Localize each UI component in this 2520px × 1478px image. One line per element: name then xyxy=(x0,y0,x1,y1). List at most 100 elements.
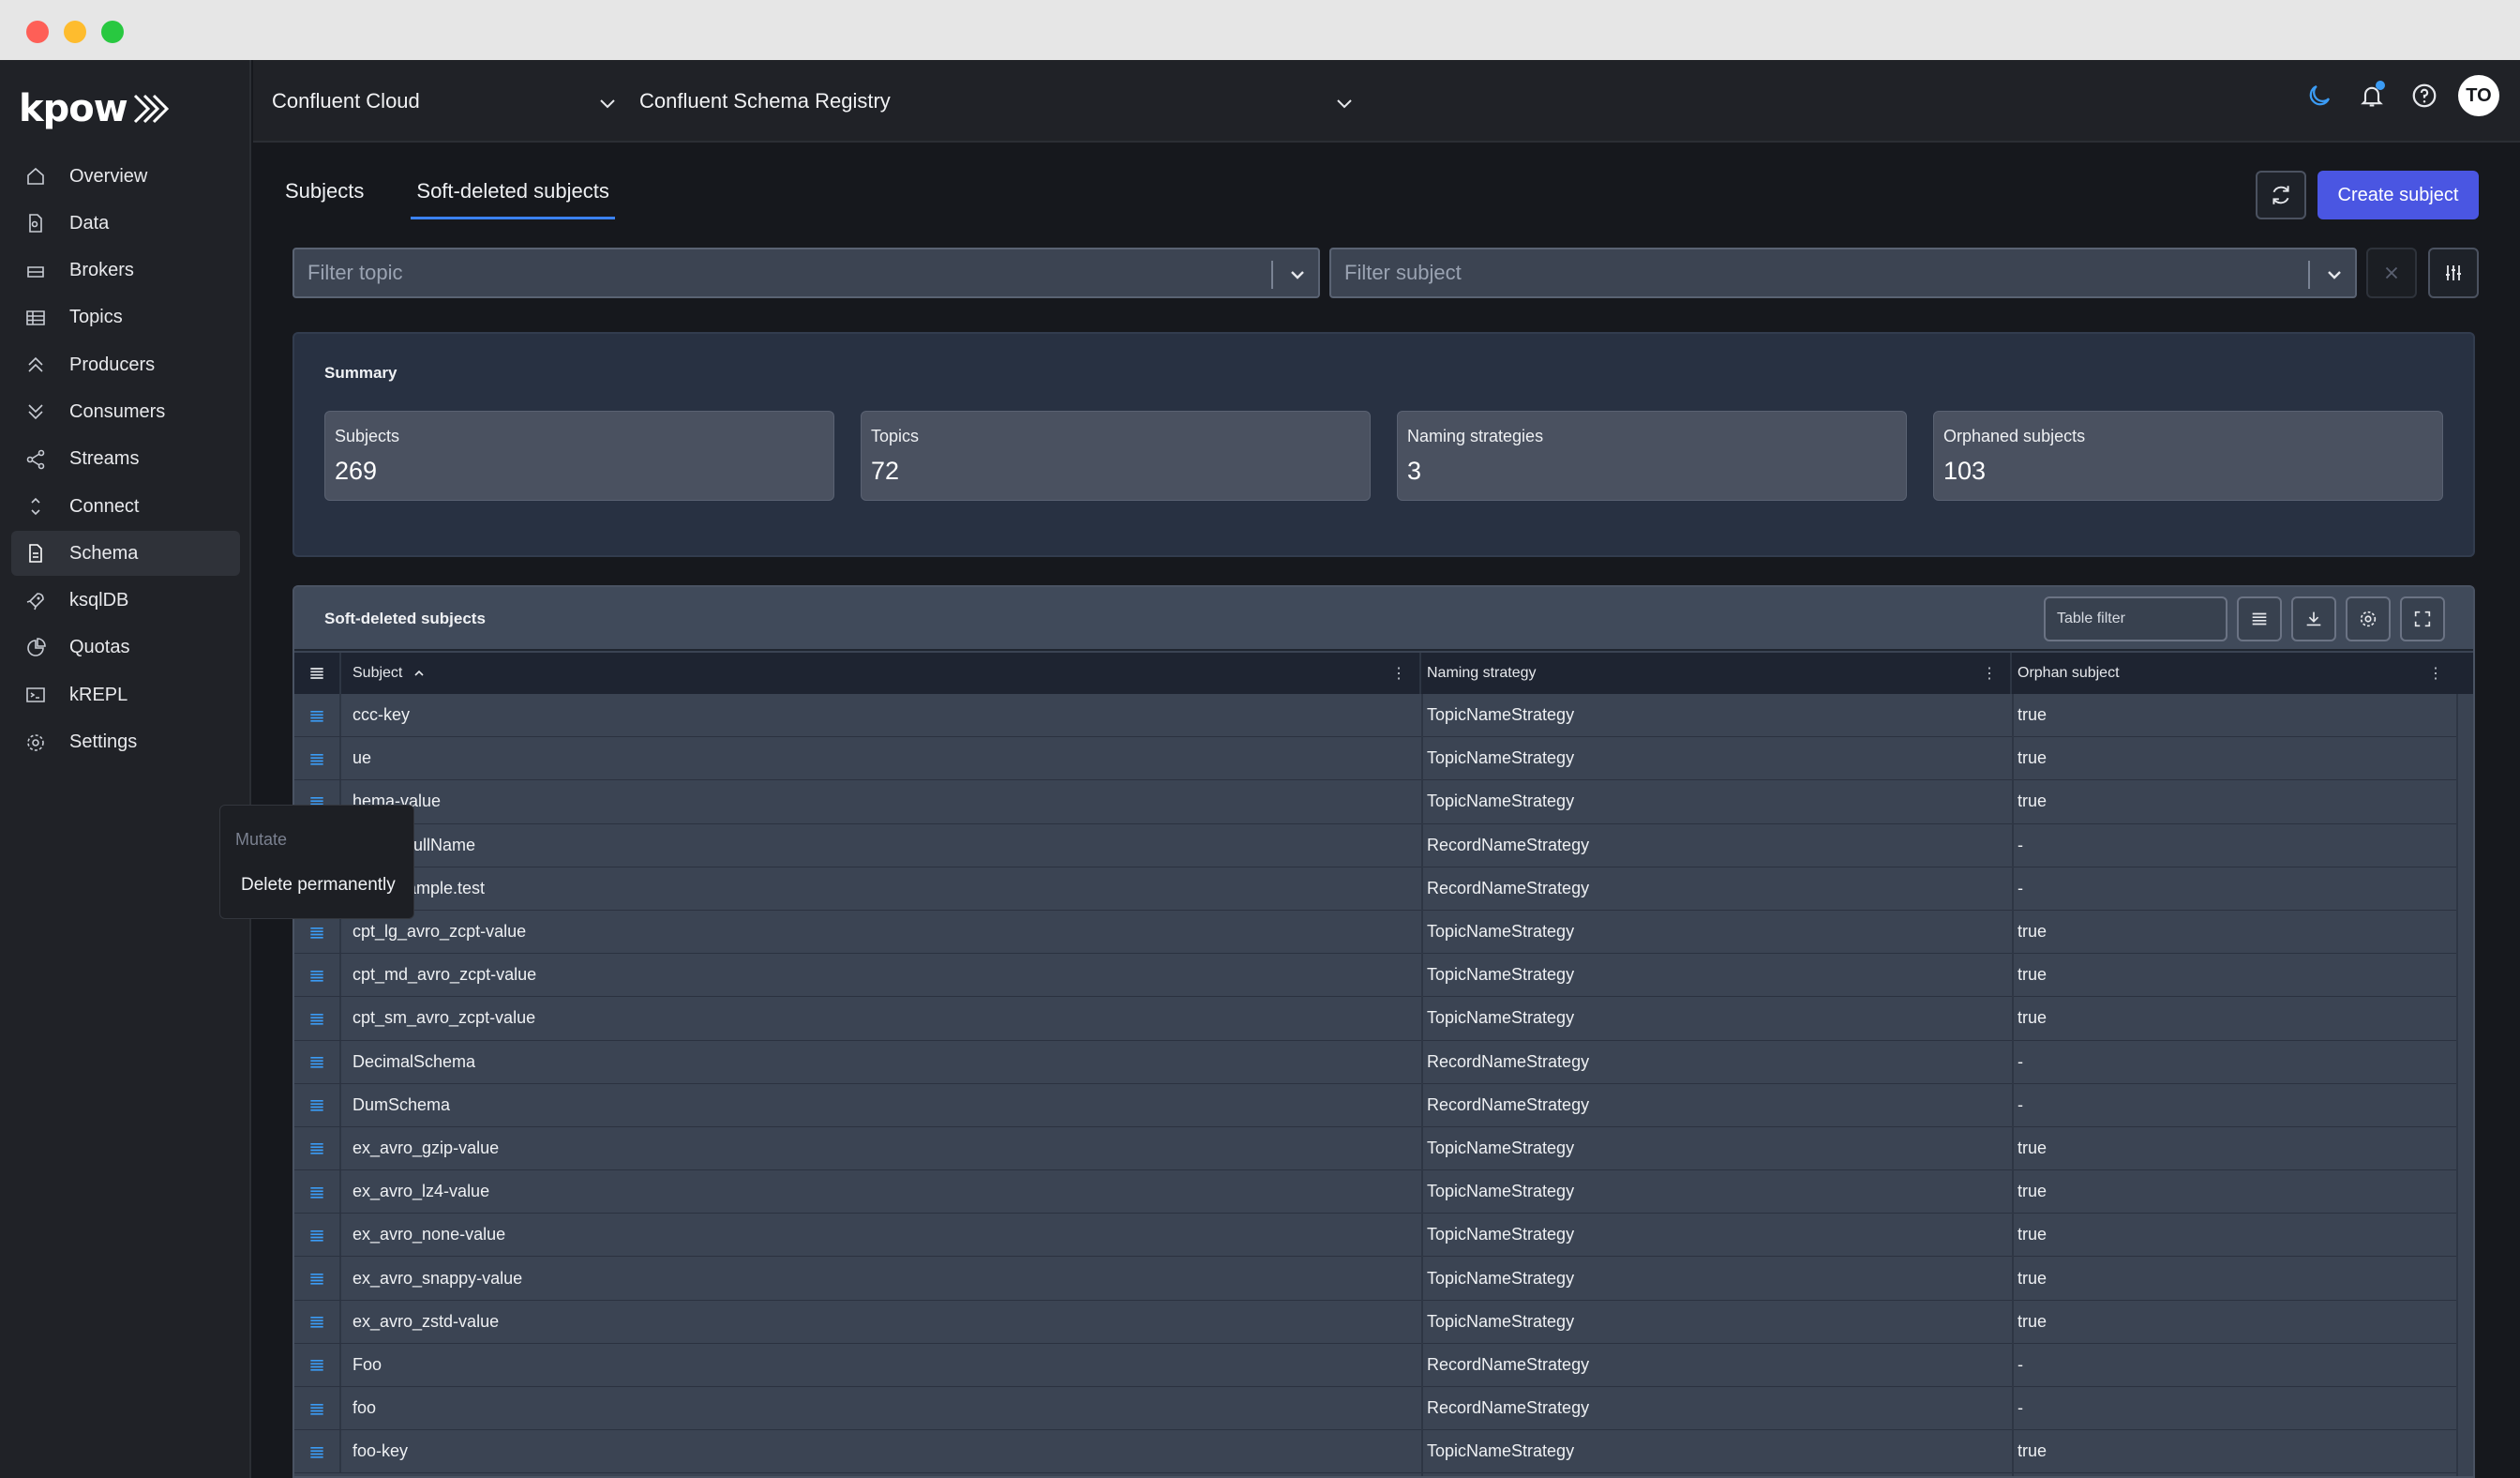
row-menu-button[interactable] xyxy=(294,1300,341,1343)
table-row[interactable]: cpt_md_avro_zcpt-value TopicNameStrategy t… xyxy=(294,954,2473,998)
row-menu-button[interactable] xyxy=(294,1083,341,1126)
summary-card-subjects: Subjects 269 xyxy=(324,411,834,501)
columns-button[interactable] xyxy=(2237,596,2282,641)
tab-soft-deleted-subjects[interactable]: Soft-deleted subjects xyxy=(411,163,616,219)
subject-cell[interactable]: ccc-key xyxy=(352,694,410,736)
help-button[interactable] xyxy=(2408,79,2441,113)
row-menu-icon xyxy=(310,1274,323,1285)
delete-permanently-menu-item[interactable]: Delete permanently xyxy=(241,875,396,896)
subject-cell[interactable]: DumSchema xyxy=(352,1084,450,1126)
table-settings-button[interactable] xyxy=(2346,596,2391,641)
row-menu-button[interactable] xyxy=(294,1387,341,1430)
sidebar-item-data[interactable]: Data xyxy=(11,201,240,246)
column-header-subject[interactable]: Subject ⋮ xyxy=(341,653,1421,694)
sidebar-item-topics[interactable]: Topics xyxy=(11,295,240,340)
column-header-orphan-subject[interactable]: Orphan subject ⋮ xyxy=(2012,653,2473,694)
table-filter-input[interactable]: Table filter xyxy=(2044,596,2228,641)
table-row[interactable]: ex_avro_snappy-value TopicNameStrategy tru… xyxy=(294,1257,2473,1301)
subject-cell[interactable]: ex_avro_snappy-value xyxy=(352,1257,522,1299)
table-row[interactable]: ex_avro_lz4-value TopicNameStrategy true xyxy=(294,1170,2473,1214)
table-scrollbar[interactable] xyxy=(2456,694,2473,1476)
summary-title: Summary xyxy=(324,364,398,382)
row-menu-button[interactable] xyxy=(294,1214,341,1257)
row-menu-button[interactable] xyxy=(294,997,341,1040)
user-avatar[interactable]: TO xyxy=(2458,75,2499,116)
sidebar-item-streams[interactable]: Streams xyxy=(11,437,240,482)
row-menu-button[interactable] xyxy=(294,1343,341,1386)
row-menu-button[interactable] xyxy=(294,1126,341,1170)
subject-cell[interactable]: ex_avro_gzip-value xyxy=(352,1127,499,1169)
sidebar-item-connect[interactable]: Connect xyxy=(11,484,240,529)
sidebar-item-quotas[interactable]: Quotas xyxy=(11,626,240,671)
sidebar-item-krepl[interactable]: kREPL xyxy=(11,672,240,717)
column-menu-icon[interactable]: ⋮ xyxy=(1391,664,1406,683)
refresh-button[interactable] xyxy=(2256,171,2306,219)
environment-select[interactable]: Confluent Cloud xyxy=(272,60,615,143)
table-row[interactable]: hema-value TopicNameStrategy true xyxy=(294,780,2473,824)
minimize-window-button[interactable] xyxy=(64,21,86,43)
naming-strategy-cell: RecordNameStrategy xyxy=(1427,1398,1590,1418)
close-window-button[interactable] xyxy=(26,21,49,43)
maximize-window-button[interactable] xyxy=(101,21,124,43)
download-button[interactable] xyxy=(2291,596,2336,641)
table-row[interactable]: cpt_lg_avro_zcpt-value TopicNameStrategy t… xyxy=(294,910,2473,955)
table-row[interactable]: ex_avro_none-value TopicNameStrategy true xyxy=(294,1214,2473,1258)
clear-filters-button[interactable] xyxy=(2366,248,2417,298)
subject-cell[interactable]: Foo xyxy=(352,1344,382,1386)
row-menu-button[interactable] xyxy=(294,1040,341,1083)
row-menu-button[interactable] xyxy=(294,954,341,997)
table-title: Soft-deleted subjects xyxy=(324,610,486,627)
table-row[interactable]: Foo RecordNameStrategy - xyxy=(294,1343,2473,1387)
table-row[interactable]: cpt_sm_avro_zcpt-value TopicNameStrategy t… xyxy=(294,997,2473,1041)
table-row[interactable]: ex_avro_zstd-value TopicNameStrategy true xyxy=(294,1300,2473,1344)
row-menu-header[interactable] xyxy=(294,653,341,694)
row-menu-button[interactable] xyxy=(294,1257,341,1300)
column-menu-icon[interactable]: ⋮ xyxy=(2428,664,2443,683)
row-menu-button[interactable] xyxy=(294,694,341,737)
subject-cell[interactable]: ex_avro_zstd-value xyxy=(352,1301,499,1343)
table-row[interactable]: foo-key TopicNameStrategy true xyxy=(294,1430,2473,1474)
sidebar-item-settings[interactable]: Settings xyxy=(11,720,240,765)
card-value: 269 xyxy=(335,457,378,485)
subject-cell[interactable]: ex_avro_none-value xyxy=(352,1214,505,1256)
sidebar-item-consumers[interactable]: Consumers xyxy=(11,389,240,434)
table-row[interactable]: DumSchema RecordNameStrategy - xyxy=(294,1083,2473,1127)
create-subject-button[interactable]: Create subject xyxy=(2318,171,2479,219)
row-menu-button[interactable] xyxy=(294,737,341,780)
subject-cell[interactable]: cpt_sm_avro_zcpt-value xyxy=(352,997,535,1039)
notifications-button[interactable] xyxy=(2355,79,2389,113)
sidebar-item-schema[interactable]: Schema xyxy=(11,531,240,577)
topic-filter-input[interactable]: Filter topic xyxy=(292,248,1320,298)
subject-filter-input[interactable]: Filter subject xyxy=(1329,248,2357,298)
tab-subjects[interactable]: Subjects xyxy=(279,163,369,219)
table-row[interactable]: ue TopicNameStrategy true xyxy=(294,737,2473,781)
fullscreen-button[interactable] xyxy=(2400,596,2445,641)
column-header-naming-strategy[interactable]: Naming strategy ⋮ xyxy=(1421,653,2012,694)
kpow-logo[interactable]: kpow xyxy=(19,81,174,137)
row-menu-button[interactable] xyxy=(294,1170,341,1214)
column-menu-icon[interactable]: ⋮ xyxy=(1982,664,1997,683)
registry-select[interactable]: Confluent Schema Registry xyxy=(639,60,1352,143)
subject-cell[interactable]: ue xyxy=(352,737,371,779)
subject-cell[interactable]: ex_avro_lz4-value xyxy=(352,1170,489,1213)
sidebar-item-brokers[interactable]: Brokers xyxy=(11,249,240,294)
table-row[interactable]: ccc-key TopicNameStrategy true xyxy=(294,694,2473,738)
subject-cell[interactable]: foo xyxy=(352,1387,376,1429)
table-row[interactable]: com.example.test RecordNameStrategy - xyxy=(294,867,2473,911)
table-row[interactable]: DecimalSchema RecordNameStrategy - xyxy=(294,1040,2473,1084)
share-icon xyxy=(26,449,45,470)
subject-cell[interactable]: cpt_md_avro_zcpt-value xyxy=(352,954,536,996)
chevron-down-icon[interactable] xyxy=(2323,264,2346,286)
subject-cell[interactable]: foo-key xyxy=(352,1430,408,1472)
sidebar-item-producers[interactable]: Producers xyxy=(11,342,240,387)
sidebar-item-ksqldb[interactable]: ksqlDB xyxy=(11,579,240,624)
chevron-down-icon[interactable] xyxy=(1286,264,1309,286)
table-row[interactable]: ample.FullNameRecordNameStrategy- xyxy=(294,823,2473,867)
row-menu-button[interactable] xyxy=(294,1430,341,1473)
filter-settings-button[interactable] xyxy=(2428,248,2479,298)
table-row[interactable]: foo RecordNameStrategy - xyxy=(294,1387,2473,1431)
sidebar-item-overview[interactable]: Overview xyxy=(11,154,240,199)
subject-cell[interactable]: DecimalSchema xyxy=(352,1041,475,1083)
table-row[interactable]: ex_avro_gzip-value TopicNameStrategy true xyxy=(294,1126,2473,1171)
theme-toggle-button[interactable] xyxy=(2302,79,2336,113)
